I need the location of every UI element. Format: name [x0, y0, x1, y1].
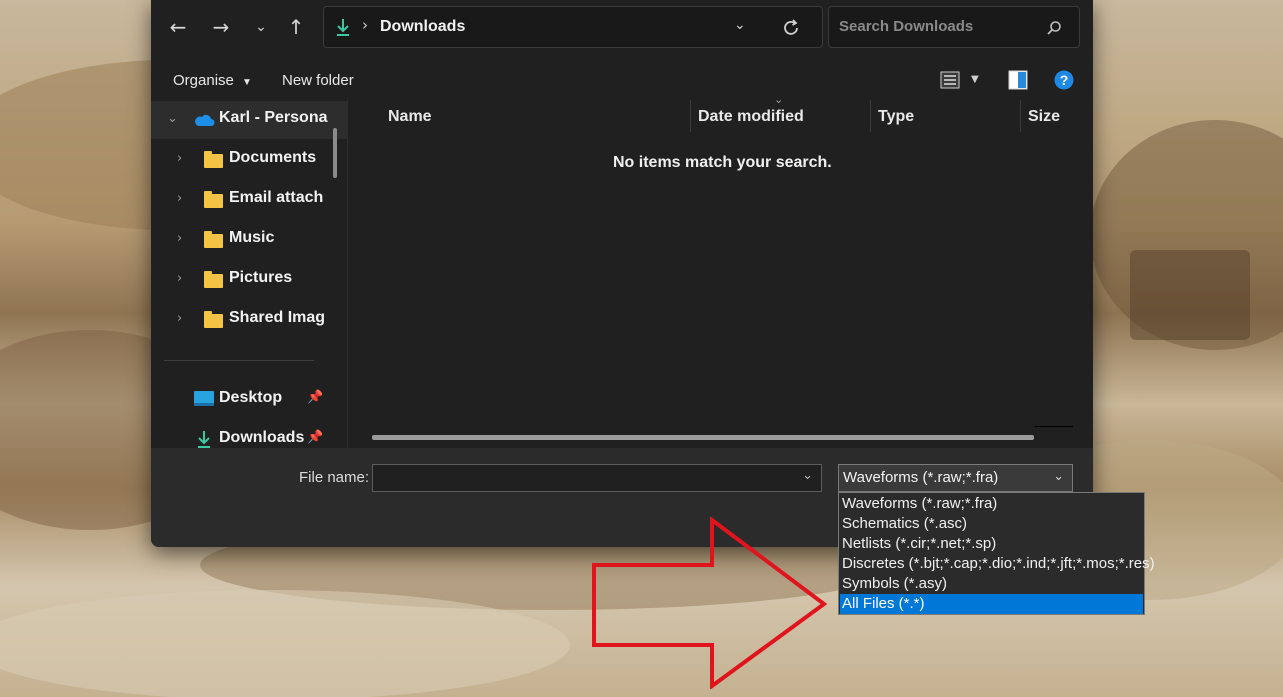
folder-icon: [204, 191, 223, 208]
sidebar-item-shared-images[interactable]: › Shared Imag: [151, 301, 347, 339]
file-type-option-waveforms[interactable]: Waveforms (*.raw;*.fra): [840, 494, 1143, 514]
sort-indicator-icon: ⌄: [774, 93, 784, 106]
folder-icon: [204, 311, 223, 328]
help-icon[interactable]: ?: [1054, 70, 1074, 90]
empty-folder-message: No items match your search.: [613, 154, 832, 171]
breadcrumb-downloads[interactable]: Downloads: [380, 18, 465, 36]
column-header-type[interactable]: Type: [878, 108, 914, 126]
onedrive-cloud-icon: [195, 114, 215, 126]
sidebar-item-onedrive[interactable]: ⌄ Karl - Persona: [151, 101, 347, 139]
file-type-option-schematics[interactable]: Schematics (*.asc): [840, 514, 1143, 534]
sidebar-item-email-attachments[interactable]: › Email attach: [151, 181, 347, 219]
file-type-option-netlists[interactable]: Netlists (*.cir;*.net;*.sp): [840, 534, 1143, 554]
up-button[interactable]: ↑: [281, 12, 311, 42]
forward-button[interactable]: →: [206, 12, 236, 42]
column-header-size[interactable]: Size: [1028, 108, 1060, 126]
up-arrow-icon: ↑: [287, 15, 305, 39]
red-arrow-annotation: [592, 517, 827, 689]
address-dropdown-icon[interactable]: ⌄: [734, 17, 746, 33]
chevron-right-icon[interactable]: ›: [177, 151, 182, 166]
pin-icon[interactable]: 📌: [307, 430, 323, 445]
sidebar-item-music[interactable]: › Music: [151, 221, 347, 259]
view-options-dropdown-icon[interactable]: ▼: [971, 74, 979, 85]
pin-icon[interactable]: 📌: [307, 390, 323, 405]
sidebar-item-desktop[interactable]: Desktop 📌: [151, 381, 347, 419]
refresh-icon[interactable]: [781, 18, 801, 38]
chevron-right-icon[interactable]: ›: [177, 191, 182, 206]
sidebar-item-label: Downloads: [219, 429, 305, 446]
navigation-pane: ⌄ Karl - Persona › Documents › Email att…: [151, 98, 347, 448]
file-type-option-symbols[interactable]: Symbols (*.asy): [840, 574, 1143, 594]
sidebar-item-label: Email attach: [229, 189, 324, 206]
sidebar-item-label: Pictures: [229, 269, 293, 286]
back-arrow-icon: ←: [169, 15, 187, 39]
chevron-down-icon[interactable]: ⌄: [802, 468, 813, 483]
download-arrow-icon: [337, 19, 349, 36]
sidebar-divider: [164, 360, 314, 361]
file-type-option-discretes[interactable]: Discretes (*.bjt;*.cap;*.dio;*.ind;*.jft…: [840, 554, 1155, 574]
horizontal-scrollbar[interactable]: [372, 435, 1034, 440]
sidebar-item-documents[interactable]: › Documents: [151, 141, 347, 179]
new-folder-button[interactable]: New folder: [282, 72, 354, 89]
sidebar-item-label: Music: [229, 229, 275, 246]
column-separator[interactable]: [690, 100, 691, 132]
folder-icon: [204, 151, 223, 168]
sidebar-item-pictures[interactable]: › Pictures: [151, 261, 347, 299]
folder-icon: [204, 271, 223, 288]
file-type-select[interactable]: Waveforms (*.raw;*.fra) ⌄: [838, 464, 1073, 492]
column-header-date-modified[interactable]: Date modified: [698, 108, 804, 126]
organise-menu-button[interactable]: Organise ▼: [173, 72, 252, 89]
sidebar-item-label: Documents: [229, 149, 317, 166]
search-box[interactable]: Search Downloads: [828, 6, 1080, 48]
chevron-down-icon: ⌄: [255, 19, 267, 35]
file-name-input[interactable]: ⌄: [372, 464, 822, 492]
address-bar[interactable]: › Downloads ⌄: [323, 6, 823, 48]
scroll-corner: [1035, 426, 1073, 427]
svg-text:?: ?: [1060, 72, 1069, 88]
column-header-name[interactable]: Name: [388, 108, 432, 126]
file-open-dialog: ← → ⌄ ↑ › Downloads ⌄ Search Downloads O…: [151, 0, 1093, 547]
view-options-icon[interactable]: [940, 71, 960, 89]
recent-locations-button[interactable]: ⌄: [246, 12, 276, 42]
column-separator[interactable]: [1020, 100, 1021, 132]
desktop-icon: [194, 391, 214, 406]
pane-divider[interactable]: [347, 98, 348, 448]
caret-down-icon: ▼: [242, 77, 252, 88]
back-button[interactable]: ←: [163, 12, 193, 42]
sidebar-item-label: Shared Imag: [229, 309, 326, 326]
file-type-dropdown-list: Waveforms (*.raw;*.fra) Schematics (*.as…: [838, 492, 1155, 615]
sidebar-item-label: Desktop: [219, 389, 283, 406]
organise-label: Organise: [173, 72, 234, 89]
preview-pane-icon[interactable]: [1008, 70, 1028, 90]
chevron-down-icon[interactable]: ⌄: [167, 111, 178, 126]
file-type-option-all-files[interactable]: All Files (*.*): [840, 594, 1143, 614]
folder-icon: [204, 231, 223, 248]
chevron-right-icon[interactable]: ›: [177, 311, 182, 326]
sidebar-item-label: Karl - Persona: [219, 109, 328, 126]
breadcrumb-separator-icon: ›: [362, 16, 368, 34]
chevron-down-icon[interactable]: ⌄: [1053, 469, 1064, 484]
chevron-right-icon[interactable]: ›: [177, 231, 182, 246]
chevron-right-icon[interactable]: ›: [177, 271, 182, 286]
search-icon: [1047, 21, 1061, 35]
file-name-label: File name:: [299, 469, 370, 486]
forward-arrow-icon: →: [212, 15, 230, 39]
file-type-selected: Waveforms (*.raw;*.fra): [843, 469, 999, 486]
download-arrow-icon: [198, 431, 210, 448]
column-separator[interactable]: [870, 100, 871, 132]
search-placeholder: Search Downloads: [839, 18, 974, 35]
